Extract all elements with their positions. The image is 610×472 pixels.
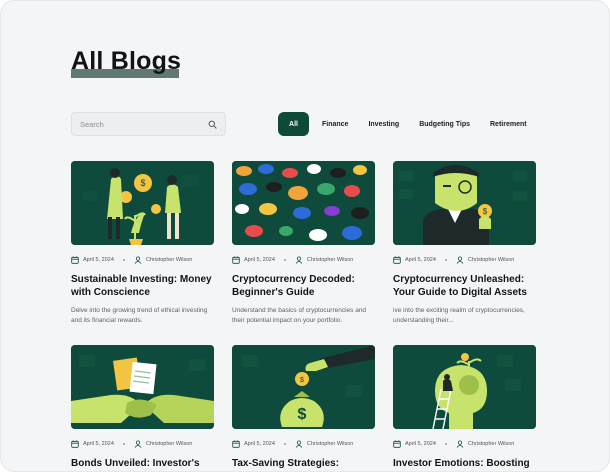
blog-card[interactable]: April 5, 2024 Christopher Wilson Investo… (393, 345, 536, 471)
calendar-icon (232, 440, 240, 448)
user-icon (456, 256, 464, 264)
meta-separator (444, 259, 447, 261)
post-excerpt: ive into the exciting realm of cryptocur… (393, 307, 525, 324)
blog-card[interactable]: April 5, 2024 Christopher Wilson Bonds U… (71, 345, 214, 471)
search-icon[interactable] (207, 119, 217, 129)
filter-finance[interactable]: Finance (312, 112, 358, 136)
svg-text:$: $ (140, 178, 145, 188)
meta-separator (283, 443, 286, 445)
blog-thumbnail[interactable]: $ (71, 161, 214, 245)
user-icon (134, 256, 142, 264)
blog-thumbnail[interactable] (232, 161, 375, 245)
blog-thumbnail[interactable]: $ $ (232, 345, 375, 429)
post-meta: April 5, 2024 Christopher Wilson (232, 256, 375, 264)
user-icon (456, 440, 464, 448)
post-author: Christopher Wilson (306, 257, 354, 263)
post-title[interactable]: Cryptocurrency Decoded: Beginner's Guide (232, 274, 375, 299)
post-title[interactable]: Sustainable Investing: Money with Consci… (71, 274, 214, 299)
post-meta: April 5, 2024 Christopher Wilson (393, 440, 536, 448)
search-input[interactable] (80, 119, 207, 129)
meta-separator (122, 259, 125, 261)
svg-text:$: $ (483, 207, 488, 216)
post-author: Christopher Wilson (306, 441, 354, 447)
calendar-icon (71, 256, 79, 264)
blog-thumbnail[interactable]: $ (393, 161, 536, 245)
search-box[interactable] (71, 112, 226, 136)
post-author: Christopher Wilson (145, 257, 193, 263)
calendar-icon (393, 256, 401, 264)
blog-card[interactable]: $ April 5, 2024 Christopher Wilson Crypt… (393, 161, 536, 326)
page-frame: All Blogs All Finance Investing Budgetin… (0, 0, 610, 472)
blog-thumbnail[interactable] (71, 345, 214, 429)
filter-budgeting-tips[interactable]: Budgeting Tips (409, 112, 480, 136)
post-author: Christopher Wilson (467, 441, 515, 447)
post-author: Christopher Wilson (467, 257, 515, 263)
blog-thumbnail[interactable] (393, 345, 536, 429)
post-excerpt: Understand the basics of cryptocurrencie… (232, 307, 367, 324)
post-title[interactable]: Bonds Unveiled: Investor's (71, 458, 214, 471)
calendar-icon (71, 440, 79, 448)
post-title[interactable]: Tax-Saving Strategies: (232, 458, 375, 471)
post-excerpt: Delve into the growing trend of ethical … (71, 307, 208, 324)
svg-text:$: $ (298, 406, 307, 423)
filter-retirement[interactable]: Retirement (480, 112, 537, 136)
post-date: April 5, 2024 (244, 441, 275, 447)
post-meta: April 5, 2024 Christopher Wilson (71, 256, 214, 264)
meta-separator (283, 259, 286, 261)
blog-card[interactable]: $ April 5, 2024 Christopher Wilson Susta… (71, 161, 214, 326)
post-meta: April 5, 2024 Christopher Wilson (71, 440, 214, 448)
filter-all[interactable]: All (278, 112, 309, 136)
page-title-wrap: All Blogs (71, 47, 182, 78)
user-icon (295, 440, 303, 448)
filter-investing[interactable]: Investing (358, 112, 409, 136)
post-date: April 5, 2024 (244, 257, 275, 263)
post-author: Christopher Wilson (145, 441, 193, 447)
meta-separator (444, 443, 447, 445)
post-date: April 5, 2024 (405, 257, 436, 263)
blog-card[interactable]: $ $ April 5, 2024 Christopher Wilson Tax… (232, 345, 375, 471)
post-meta: April 5, 2024 Christopher Wilson (232, 440, 375, 448)
post-date: April 5, 2024 (405, 441, 436, 447)
page-title: All Blogs (71, 47, 182, 75)
post-date: April 5, 2024 (83, 257, 114, 263)
user-icon (295, 256, 303, 264)
post-title[interactable]: Investor Emotions: Boosting (393, 458, 536, 471)
calendar-icon (232, 256, 240, 264)
user-icon (134, 440, 142, 448)
category-filters: All Finance Investing Budgeting Tips Ret… (278, 112, 537, 136)
calendar-icon (393, 440, 401, 448)
post-title[interactable]: Cryptocurrency Unleashed: Your Guide to … (393, 274, 536, 299)
post-meta: April 5, 2024 Christopher Wilson (393, 256, 536, 264)
meta-separator (122, 443, 125, 445)
blog-card[interactable]: April 5, 2024 Christopher Wilson Cryptoc… (232, 161, 375, 326)
post-date: April 5, 2024 (83, 441, 114, 447)
svg-text:$: $ (300, 377, 304, 384)
